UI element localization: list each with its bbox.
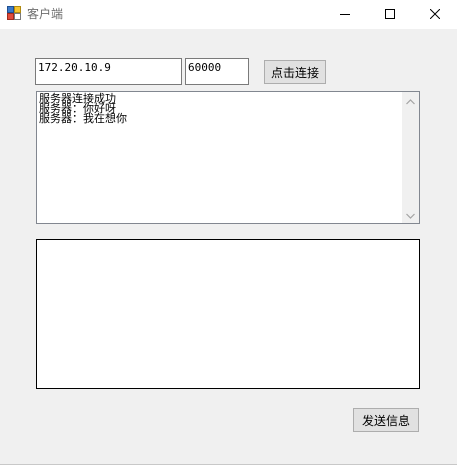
minimize-icon bbox=[339, 8, 350, 22]
app-icon bbox=[7, 6, 21, 20]
scroll-up-button[interactable] bbox=[402, 92, 419, 109]
chevron-up-icon bbox=[406, 94, 415, 108]
connect-button[interactable]: 点击连接 bbox=[264, 60, 326, 84]
close-icon bbox=[429, 8, 440, 22]
message-log-text: 服务器连接成功 服务器：你好呀 服务器：我在想你 bbox=[39, 93, 401, 125]
port-input[interactable]: 60000 bbox=[185, 58, 249, 85]
message-input[interactable] bbox=[36, 239, 420, 389]
client-window: 客户端 172.20.10.9 60000 点击连接 服务器连接成功 服务器：你… bbox=[0, 0, 457, 465]
maximize-icon bbox=[384, 8, 395, 22]
message-log[interactable]: 服务器连接成功 服务器：你好呀 服务器：我在想你 bbox=[36, 91, 420, 224]
minimize-button[interactable] bbox=[322, 0, 367, 29]
scroll-down-button[interactable] bbox=[402, 206, 419, 223]
title-bar: 客户端 bbox=[0, 0, 457, 29]
close-button[interactable] bbox=[412, 0, 457, 29]
send-button[interactable]: 发送信息 bbox=[353, 408, 419, 432]
log-line: 服务器：我在想你 bbox=[39, 112, 127, 125]
log-scrollbar[interactable] bbox=[402, 92, 419, 223]
chevron-down-icon bbox=[406, 208, 415, 222]
window-title: 客户端 bbox=[27, 7, 64, 21]
maximize-button[interactable] bbox=[367, 0, 412, 29]
ip-address-input[interactable]: 172.20.10.9 bbox=[35, 58, 182, 85]
